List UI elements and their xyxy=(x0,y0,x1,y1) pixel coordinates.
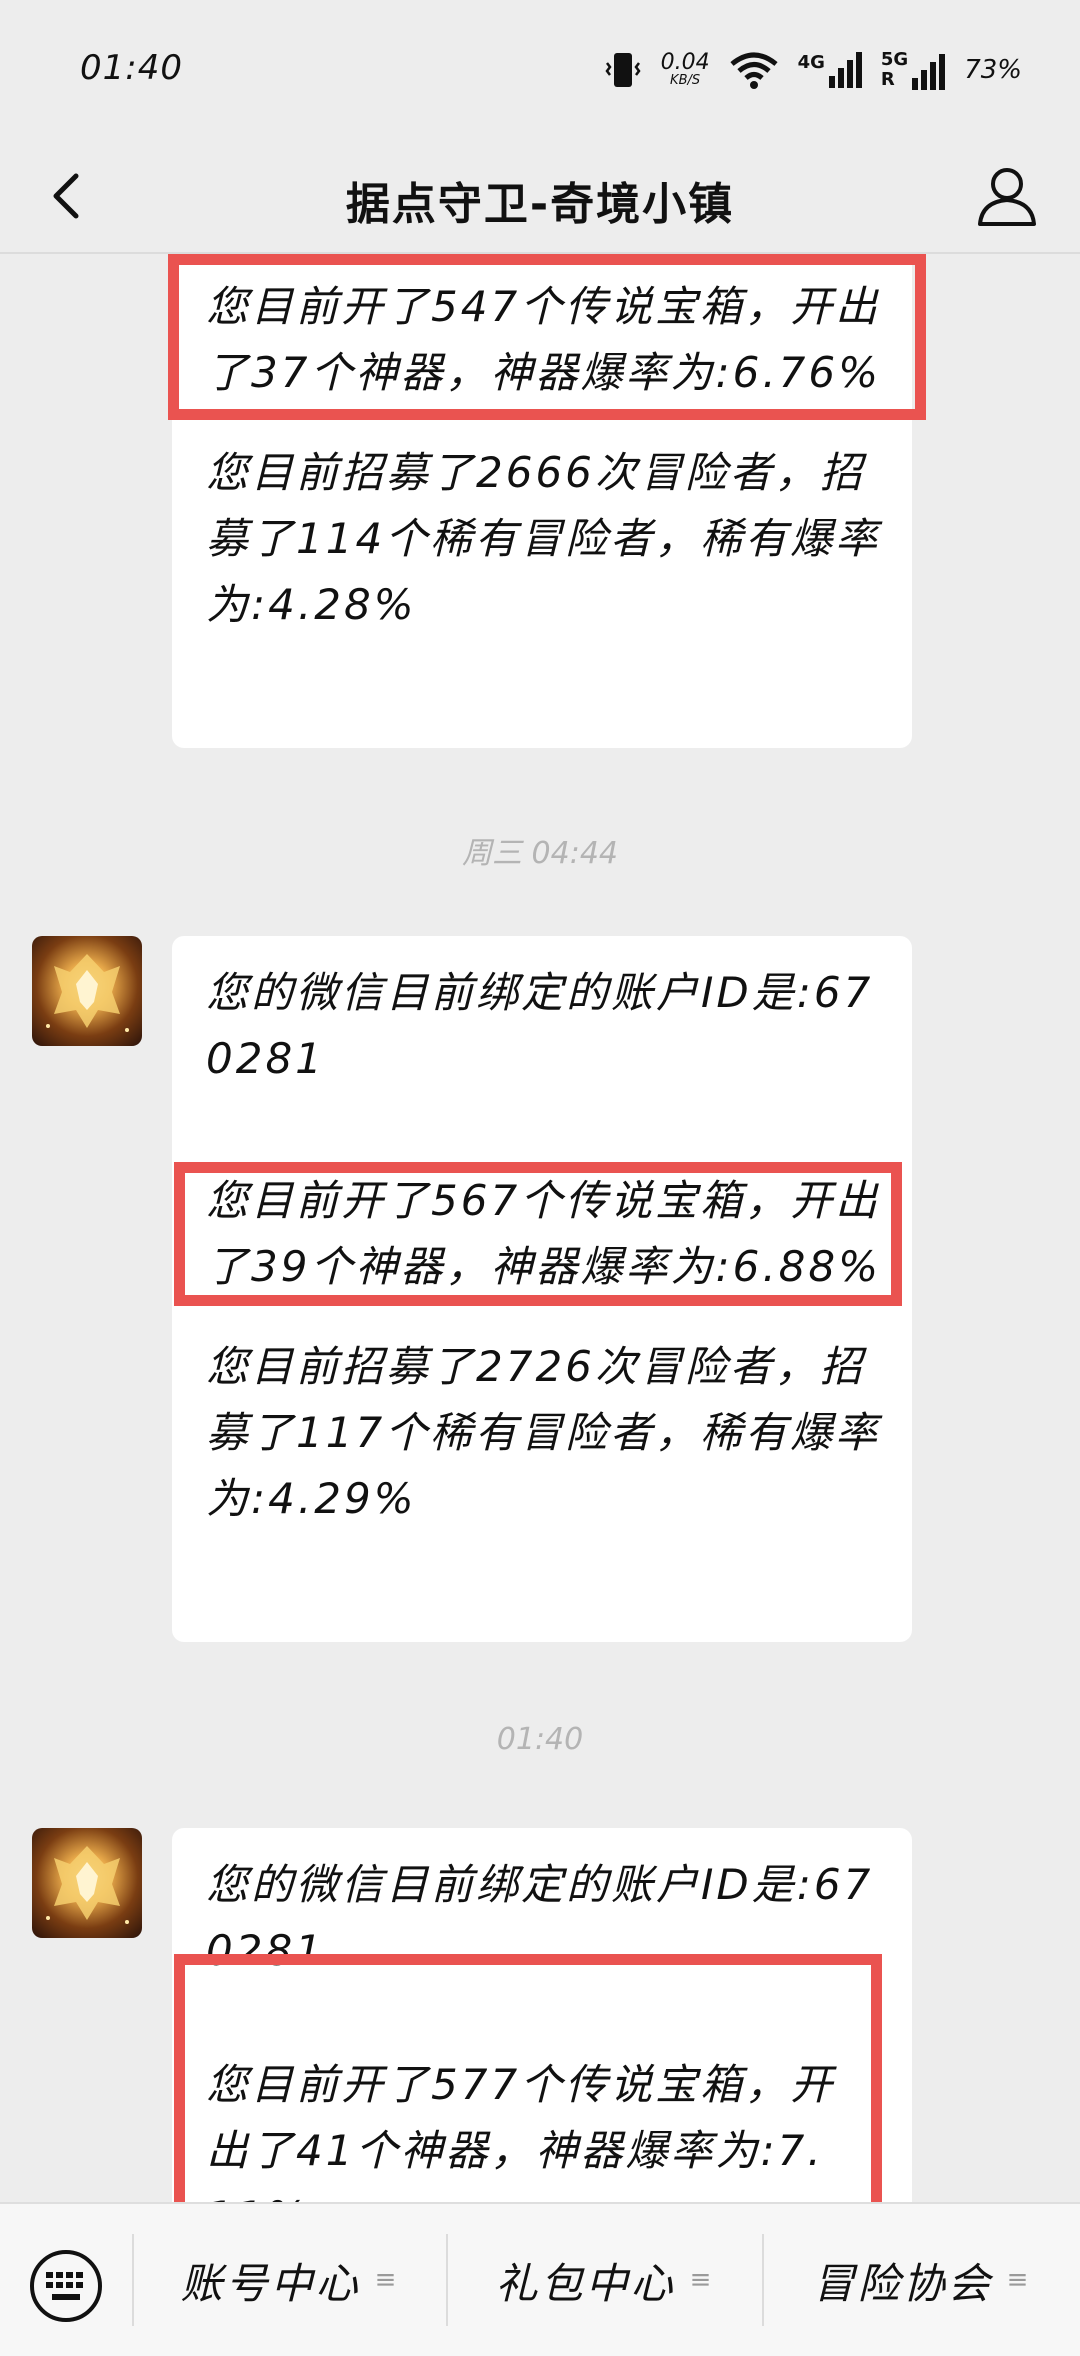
message-timestamp: 01:40 xyxy=(496,1722,584,1757)
wifi-icon xyxy=(729,52,778,89)
message-line-account-id: 您的微信目前绑定的账户ID是:670281 xyxy=(206,968,874,1083)
keyboard-toggle-icon[interactable] xyxy=(28,2248,104,2324)
highlight-box xyxy=(174,1954,882,2204)
bottom-menu-bar: 账号中心 ≡ 礼包中心 ≡ 冒险协会 ≡ xyxy=(0,2202,1080,2356)
signal-bars-icon xyxy=(828,52,862,88)
message-timestamp: 周三 04:44 xyxy=(462,836,618,871)
menu-tab-adventurer-guild[interactable]: 冒险协会 ≡ xyxy=(764,2204,1080,2356)
chat-header: 据点守卫-奇境小镇 xyxy=(0,140,1080,254)
highlight-box xyxy=(168,254,926,420)
profile-icon[interactable] xyxy=(972,160,1042,230)
net-speed: 0.04 KB/S xyxy=(660,50,710,88)
menu-tab-account-center[interactable]: 账号中心 ≡ xyxy=(134,2204,446,2356)
signal-4g: 4G xyxy=(798,52,863,88)
message-line-recruits: 您目前招募了2666次冒险者，招募了114个稀有冒险者，稀有爆率为:4.28% xyxy=(206,448,881,629)
golden-emblem-icon xyxy=(46,954,129,1032)
battery-level: 73% xyxy=(964,55,1022,85)
menu-lines-icon: ≡ xyxy=(1006,2265,1032,2295)
menu-tab-gift-center[interactable]: 礼包中心 ≡ xyxy=(448,2204,762,2356)
signal-bars-icon xyxy=(912,54,946,90)
chat-title: 据点守卫-奇境小镇 xyxy=(345,179,735,230)
menu-tab-label: 冒险协会 xyxy=(812,2258,993,2308)
menu-lines-icon: ≡ xyxy=(689,2265,715,2295)
menu-tab-label: 礼包中心 xyxy=(495,2258,676,2308)
status-time: 01:40 xyxy=(80,48,183,88)
signal-5g: 5G R xyxy=(881,50,946,90)
menu-tab-label: 账号中心 xyxy=(180,2258,361,2308)
message-line-recruits: 您目前招募了2726次冒险者，招募了117个稀有冒险者，稀有爆率为:4.29% xyxy=(206,1342,881,1523)
avatar[interactable] xyxy=(32,1828,142,1938)
status-icons: 0.04 KB/S 4G 5G R 73% xyxy=(603,44,1022,96)
avatar[interactable] xyxy=(32,936,142,1046)
golden-emblem-icon xyxy=(46,1846,129,1924)
vibrate-icon xyxy=(605,53,641,87)
highlight-box xyxy=(174,1162,902,1306)
status-bar: 01:40 0.04 KB/S 4G 5G R 73% xyxy=(0,0,1080,140)
menu-lines-icon: ≡ xyxy=(374,2265,400,2295)
chat-message-list[interactable]: 您目前开了547个传说宝箱，开出了37个神器，神器爆率为:6.76% 您目前招募… xyxy=(0,254,1080,2204)
